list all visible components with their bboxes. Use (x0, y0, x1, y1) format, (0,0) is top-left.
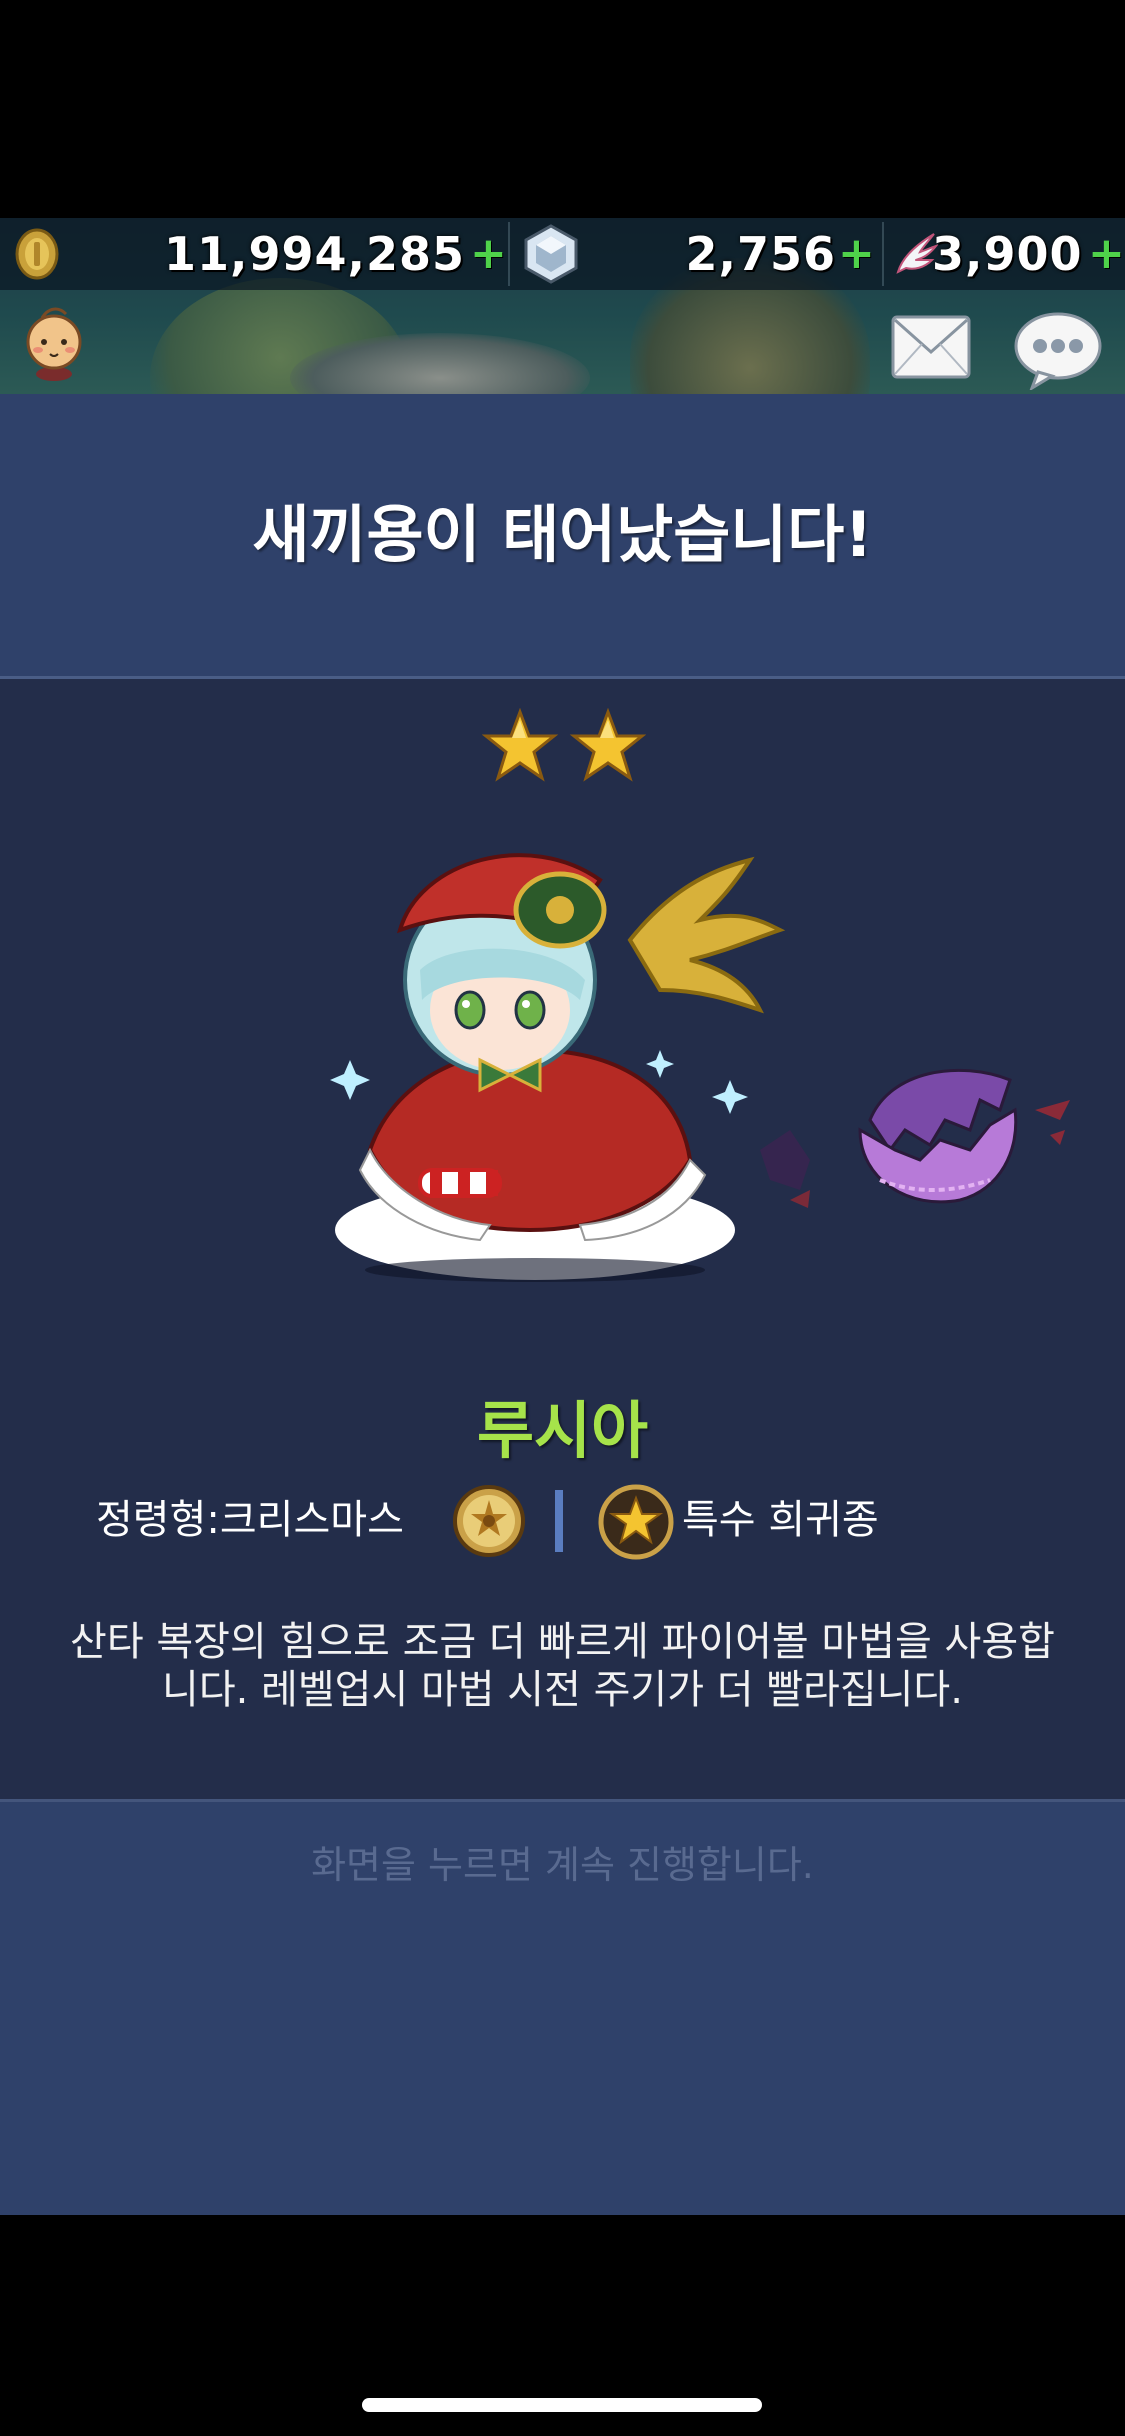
dragon-name: 루시아 (476, 1394, 649, 1467)
page-title: 새끼용이 태어났습니다! (252, 498, 873, 571)
tap-to-continue-hint: 화면을 누르면 계속 진행합니다. (311, 1843, 814, 1887)
dragon-type: 정령형:크리스마스 (96, 1497, 404, 1543)
star-icon (481, 707, 559, 782)
gold-amount: 11,994,285 (163, 227, 465, 281)
crystal-icon (522, 224, 580, 288)
egg-shell-image (730, 1050, 1110, 1214)
chat-icon[interactable] (1012, 310, 1104, 394)
coin-icon (14, 228, 60, 284)
title-panel: 새끼용이 태어났습니다! (0, 394, 1125, 679)
add-crystal-button[interactable]: + (838, 224, 875, 284)
divider (555, 1490, 563, 1552)
rarity-star-icon (598, 1484, 674, 1564)
dragon-description: 산타 복장의 힘으로 조금 더 빠르게 파이어볼 마법을 사용합니다. 레벨업시… (70, 1619, 1055, 1713)
christmas-element-icon (452, 1484, 526, 1562)
resource-bar: 11,994,285 + 2,756 + 3,900 + (0, 218, 1125, 290)
home-indicator[interactable] (362, 2398, 762, 2412)
wing-amount: 3,900 (932, 227, 1083, 281)
mascot-icon[interactable] (22, 304, 86, 386)
rarity-stars (481, 707, 647, 788)
divider (882, 222, 884, 286)
divider (508, 222, 510, 286)
add-wing-button[interactable]: + (1088, 224, 1125, 284)
add-gold-button[interactable]: + (470, 224, 507, 284)
rarity-label: 특수 희귀종 (682, 1497, 879, 1543)
mail-icon[interactable] (890, 314, 972, 384)
star-icon (569, 707, 647, 782)
crystal-amount: 2,756 (685, 227, 836, 281)
top-bar: 11,994,285 + 2,756 + 3,900 + (0, 218, 1125, 394)
